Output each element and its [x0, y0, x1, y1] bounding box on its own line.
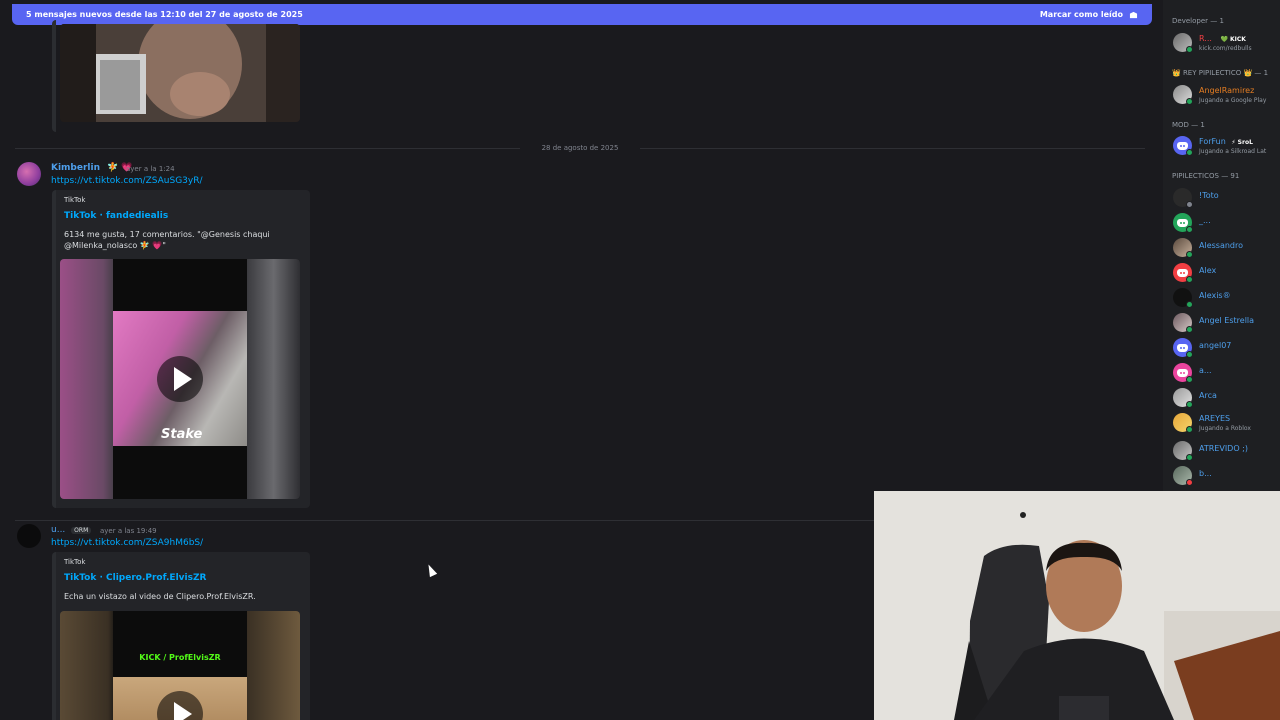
avatar[interactable] — [17, 524, 41, 548]
member-item[interactable]: a... — [1170, 362, 1280, 384]
status-online-icon — [1186, 276, 1193, 283]
status-online-icon — [1186, 226, 1193, 233]
embed-description: 6134 me gusta, 17 comentarios. "@Genesis… — [64, 230, 270, 250]
link-embed: TikTok TikTok · fandediealis 6134 me gus… — [52, 190, 310, 508]
member-item[interactable]: Angel Estrella — [1170, 312, 1280, 334]
member-name: _... — [1199, 216, 1211, 225]
category-developer: Developer — 1 — [1172, 17, 1224, 25]
mouse-cursor — [424, 562, 438, 578]
member-item[interactable]: Alessandro — [1170, 237, 1280, 259]
play-icon — [173, 702, 192, 720]
member-name: ForFun ⚡ SroL — [1199, 137, 1253, 146]
member-activity: Jugando a Google Play — [1199, 97, 1267, 104]
video-thumbnail[interactable]: KICK / ProfElvisZR — [60, 611, 300, 720]
member-name: Arca — [1199, 391, 1217, 400]
member-name: AngelRamirez — [1199, 86, 1255, 95]
message-link[interactable]: https://vt.tiktok.com/ZSAuSG3yR/ — [51, 176, 203, 186]
member-activity: Jugando a Roblox — [1199, 425, 1251, 432]
category-rey: 👑 REY PIPILECTICO 👑 — 1 — [1172, 69, 1269, 77]
discord-logo-icon — [1177, 368, 1188, 377]
status-online-icon — [1186, 149, 1193, 156]
video-blur-right — [247, 611, 300, 720]
status-online-icon — [1186, 376, 1193, 383]
status-online-icon — [1186, 426, 1193, 433]
status-online-icon — [1186, 351, 1193, 358]
status-online-icon — [1186, 454, 1193, 461]
embed-title[interactable]: TikTok · Clipero.Prof.ElvisZR — [64, 573, 206, 583]
link-embed: TikTok TikTok · Clipero.Prof.ElvisZR Ech… — [52, 552, 310, 720]
member-item[interactable]: _... — [1170, 212, 1280, 234]
message-username[interactable]: u... ORM — [51, 525, 92, 535]
message-timestamp: ayer a la 1:24 — [126, 165, 175, 173]
embed-description: Echa un vistazo al video de Clipero.Prof… — [64, 592, 256, 601]
member-name: Alexis® — [1199, 291, 1231, 300]
webcam-person-image — [874, 491, 1280, 720]
embed-provider: TikTok — [64, 558, 86, 566]
video-overlay-text: Stake — [161, 427, 203, 442]
embed-provider: TikTok — [64, 196, 86, 204]
member-activity: kick.com/redbulls — [1199, 45, 1252, 52]
member-name: R... 💚 KICK — [1199, 34, 1246, 43]
status-online-icon — [1186, 46, 1193, 53]
mark-read-icon — [1129, 11, 1138, 18]
member-name: a... — [1199, 366, 1212, 375]
mark-read-button[interactable]: Marcar como leído — [1040, 10, 1138, 19]
new-messages-text: 5 mensajes nuevos desde las 12:10 del 27… — [26, 10, 303, 19]
status-online-icon — [1186, 326, 1193, 333]
webcam-overlay — [874, 491, 1280, 720]
category-pipilecticos: PIPILECTICOS — 91 — [1172, 172, 1240, 180]
video-overlay-text: KICK / ProfElvisZR — [139, 653, 221, 662]
discord-logo-icon — [1177, 268, 1188, 277]
date-separator: 28 de agosto de 2025 — [520, 144, 640, 152]
status-dnd-icon — [1186, 479, 1193, 486]
member-item[interactable]: ATREVIDO ;) — [1170, 440, 1280, 462]
member-item[interactable]: angel07 — [1170, 337, 1280, 359]
video-thumbnail[interactable]: Stake — [60, 259, 300, 499]
member-name: ATREVIDO ;) — [1199, 444, 1248, 453]
embed-title[interactable]: TikTok · fandediealis — [64, 211, 168, 221]
member-name: !Toto — [1199, 191, 1219, 200]
member-name: angel07 — [1199, 341, 1232, 350]
member-item[interactable]: AngelRamirez Jugando a Google Play — [1170, 84, 1280, 106]
mark-read-label: Marcar como leído — [1039, 10, 1123, 19]
member-item[interactable]: ForFun ⚡ SroL Jugando a Silkroad Lat — [1170, 135, 1280, 157]
status-icon — [1186, 201, 1193, 208]
discord-window: 5 mensajes nuevos desde las 12:10 del 27… — [0, 0, 1280, 720]
status-online-icon — [1186, 98, 1193, 105]
member-activity: Jugando a Silkroad Lat — [1199, 148, 1267, 155]
message-timestamp: ayer a las 19:49 — [100, 527, 157, 535]
status-online-icon — [1186, 251, 1193, 258]
member-name: Alex — [1199, 266, 1217, 275]
member-item[interactable]: R... 💚 KICK kick.com/redbulls — [1170, 32, 1280, 54]
discord-logo-icon — [1177, 218, 1188, 227]
status-online-icon — [1186, 301, 1193, 308]
member-item[interactable]: b... — [1170, 465, 1280, 487]
member-name: Angel Estrella — [1199, 316, 1255, 325]
message-link[interactable]: https://vt.tiktok.com/ZSA9hM6bS/ — [51, 538, 203, 548]
discord-logo-icon — [1177, 141, 1188, 150]
category-mod: MOD — 1 — [1172, 121, 1205, 129]
discord-logo-icon — [1177, 343, 1188, 352]
member-item[interactable]: Alexis® — [1170, 287, 1280, 309]
status-online-icon — [1186, 401, 1193, 408]
user-tag: ORM — [71, 527, 92, 534]
member-item[interactable]: !Toto — [1170, 187, 1280, 209]
attachment-frame — [52, 20, 310, 132]
member-item[interactable]: Arca — [1170, 387, 1280, 409]
member-name: Alessandro — [1199, 241, 1244, 250]
member-item[interactable]: AREYES Jugando a Roblox — [1170, 412, 1280, 434]
member-name: AREYES — [1199, 414, 1231, 423]
message-username[interactable]: Kimberlin 🧚 💗 — [51, 163, 132, 173]
avatar[interactable] — [17, 162, 41, 186]
play-button[interactable] — [157, 356, 203, 402]
member-name: b... — [1199, 469, 1212, 478]
video-blur-right — [247, 259, 300, 499]
play-icon — [173, 367, 192, 391]
member-item[interactable]: Alex — [1170, 262, 1280, 284]
